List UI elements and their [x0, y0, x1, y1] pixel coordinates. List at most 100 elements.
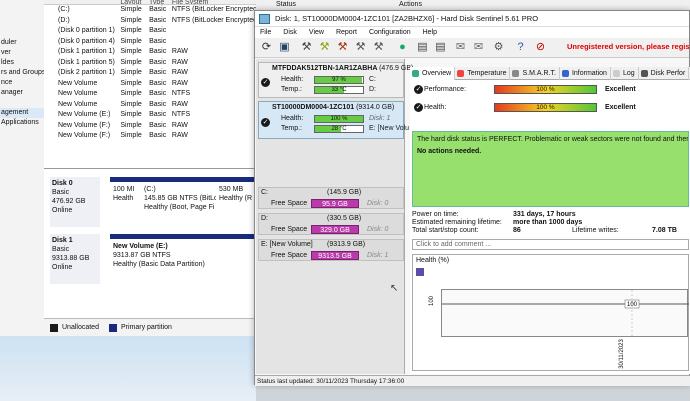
volume-type: Basic — [149, 48, 167, 55]
menu-view[interactable]: View — [309, 27, 324, 38]
volume-row[interactable]: (Disk 1 partition 1) Simple Basic RAW — [44, 47, 256, 58]
disk0-partition-1[interactable]: 100 MI Health — [110, 177, 141, 227]
health-plot: 100 — [441, 289, 689, 338]
volume-card-d[interactable]: D: (330.5 GB) Free Space 329.0 GB Disk: … — [258, 213, 404, 235]
disk0-partition-c[interactable]: (C:) 145.85 GB NTFS (BitLoc Healthy (Boo… — [141, 177, 216, 227]
volume-name: (Disk 2 partition 1) — [58, 69, 115, 76]
volume-row[interactable]: (Disk 1 partition 5) Simple Basic RAW — [44, 58, 256, 69]
volume-row[interactable]: New Volume Simple Basic NTFS — [44, 89, 256, 100]
surface-test-icon[interactable]: ⚒ — [335, 40, 350, 55]
comment-input[interactable]: Click to add comment ... — [412, 239, 689, 250]
tab-disk-performance[interactable]: Disk Perfor — [639, 67, 690, 80]
disk-test-icon[interactable]: ⚒ — [317, 40, 332, 55]
disk1-size: 9313.88 GB — [52, 255, 90, 262]
help-icon[interactable]: ? — [513, 40, 528, 55]
tab-log[interactable]: Log — [611, 67, 639, 80]
volume-layout: Simple — [120, 48, 142, 55]
col-fs[interactable]: File System — [172, 0, 256, 4]
writes-value: 7.08 TB — [652, 227, 677, 234]
disk1-partition-e[interactable]: New Volume (E:) 9313.87 GB NTFS Healthy … — [110, 234, 256, 284]
menu-disk[interactable]: Disk — [283, 27, 297, 38]
test-icon[interactable]: ⚒ — [299, 40, 314, 55]
volume-row[interactable]: New Volume Simple Basic RAW — [44, 79, 256, 90]
volume-type: Basic — [149, 16, 167, 24]
volume-row[interactable]: New Volume (E:) Simple Basic NTFS — [44, 110, 256, 121]
disk0-label[interactable]: Disk 0 Basic 476.92 GB Online — [50, 177, 100, 227]
volume-layout: Simple — [120, 37, 142, 45]
tab-overview[interactable]: Overview — [410, 67, 456, 80]
performance-result: Excellent — [605, 86, 636, 93]
menu-file[interactable]: File — [260, 27, 271, 38]
menu-help[interactable]: Help — [423, 27, 437, 38]
wrench-icon[interactable]: ⚒ — [371, 40, 386, 55]
temp-label: Temp.: — [281, 125, 303, 132]
disk1-title: Disk 1 — [52, 237, 73, 244]
disk-graphical-view: Disk 0 Basic 476.92 GB Online 100 MI Hea… — [44, 168, 256, 318]
power-on-row: Power on time: 331 days, 17 hours — [412, 211, 576, 219]
mail-icon[interactable]: ✉ — [453, 40, 468, 55]
x-tick-label: 30/11/2023 — [618, 339, 625, 369]
volume-row[interactable]: (Disk 2 partition 1) Simple Basic RAW — [44, 68, 256, 79]
health-row: Health: 100 % Disk: 1 — [259, 114, 403, 124]
volume-row[interactable]: New Volume (F:) Simple Basic RAW — [44, 121, 256, 132]
refresh-icon[interactable]: ⟳ — [259, 40, 274, 55]
tab-information[interactable]: Information — [560, 67, 611, 80]
volume-row[interactable]: (C:) Simple Basic NTFS (BitLocker Encrypted… — [44, 5, 256, 16]
volume-card-c[interactable]: C: (145.9 GB) Free Space 95.9 GB Disk: 0 — [258, 187, 404, 209]
hard-disk-sentinel-window: Disk: 1, ST10000DM0004-1ZC101 [ZA2BHZX6]… — [254, 10, 690, 386]
tool-icon[interactable]: ⚒ — [353, 40, 368, 55]
stop-icon[interactable]: ⊘ — [533, 40, 548, 55]
col-layout[interactable]: Layout — [120, 0, 149, 4]
disk0-partition-3[interactable]: 530 MB Healthy (R — [216, 177, 256, 227]
volume-row[interactable]: (D:) Simple Basic NTFS (BitLocker Encrypted… — [44, 16, 256, 27]
title-bar[interactable]: Disk: 1, ST10000DM0004-1ZC101 [ZA2BHZX6]… — [255, 11, 689, 27]
health-row: Health: 97 % C: — [259, 75, 403, 85]
volume-card-e[interactable]: E: [New Volume] (9313.9 GB) Free Space 9… — [258, 239, 404, 261]
power-on-label: Power on time: — [412, 211, 459, 218]
settings-icon[interactable]: ⚙ — [491, 40, 506, 55]
status-description: The hard disk status is PERFECT. Problem… — [412, 131, 689, 207]
volume-layout: Simple — [120, 16, 142, 24]
volume-type: Basic — [149, 69, 167, 76]
drive-letter: E: [New Volu — [369, 125, 410, 132]
volume-name: E: [New Volume] — [261, 241, 313, 248]
temp-row: Temp.: 28 °C E: [New Volu — [259, 124, 409, 134]
disk-card-0[interactable]: MTFDDAK512TBN-1AR1ZABHA (476.9 GB) ✓ Hea… — [258, 62, 413, 98]
disk-card-1[interactable]: ST10000DM0004-1ZC101 (9314.0 GB) ✓ Healt… — [258, 101, 409, 139]
volume-name: New Volume (E:) — [58, 111, 111, 118]
print-icon[interactable]: ▤ — [433, 40, 448, 55]
volume-row[interactable]: New Volume (F:) Simple Basic RAW — [44, 131, 256, 142]
report-icon[interactable]: ▤ — [415, 40, 430, 55]
save-icon[interactable] — [416, 268, 424, 276]
volume-layout: Simple — [120, 69, 142, 76]
free-space-label: Free Space — [271, 226, 308, 233]
volume-row[interactable]: New Volume Simple Basic RAW — [44, 100, 256, 111]
volume-layout: Simple — [120, 90, 142, 97]
volume-fs: RAW — [171, 48, 188, 55]
tab-bar: Overview Temperature S.M.A.R.T. Informat… — [410, 67, 690, 80]
volume-layout: Simple — [120, 100, 142, 108]
actions-label: Actions — [399, 1, 422, 8]
globe-icon[interactable]: ● — [395, 40, 410, 55]
volume-row[interactable]: (Disk 0 partition 1) Simple Basic — [44, 26, 256, 37]
unallocated-swatch — [50, 323, 58, 332]
volume-type: Basic — [149, 79, 167, 87]
actions-text: No actions needed. — [417, 148, 482, 155]
menu-configuration[interactable]: Configuration — [369, 27, 411, 38]
health-summary-row: ✓ Health: 100 % Excellent — [412, 102, 690, 114]
disk-panel: MTFDDAK512TBN-1AR1ZABHA (476.9 GB) ✓ Hea… — [256, 59, 413, 374]
tab-temperature[interactable]: Temperature — [455, 67, 511, 80]
ok-check-icon: ✓ — [414, 85, 423, 94]
disk1-label[interactable]: Disk 1 Basic 9313.88 GB Online — [50, 234, 100, 284]
tab-smart[interactable]: S.M.A.R.T. — [510, 67, 560, 80]
toolbar: ⟳ ▣ ⚒ ⚒ ⚒ ⚒ ⚒ ● ▤ ▤ ✉ ✉ ⚙ ? ⊘ Unregister… — [255, 38, 690, 58]
col-status: Status — [276, 1, 296, 8]
volume-layout: Simple — [120, 27, 142, 34]
col-type[interactable]: Type — [149, 0, 172, 4]
mail-alt-icon[interactable]: ✉ — [471, 40, 486, 55]
unregistered-notice[interactable]: Unregistered version, please registe — [567, 42, 690, 51]
volume-row[interactable]: (Disk 0 partition 4) Simple Basic — [44, 37, 256, 48]
monitor-icon[interactable]: ▣ — [277, 40, 292, 55]
menu-report[interactable]: Report — [336, 27, 357, 38]
health-bar: 100 % — [314, 115, 364, 123]
